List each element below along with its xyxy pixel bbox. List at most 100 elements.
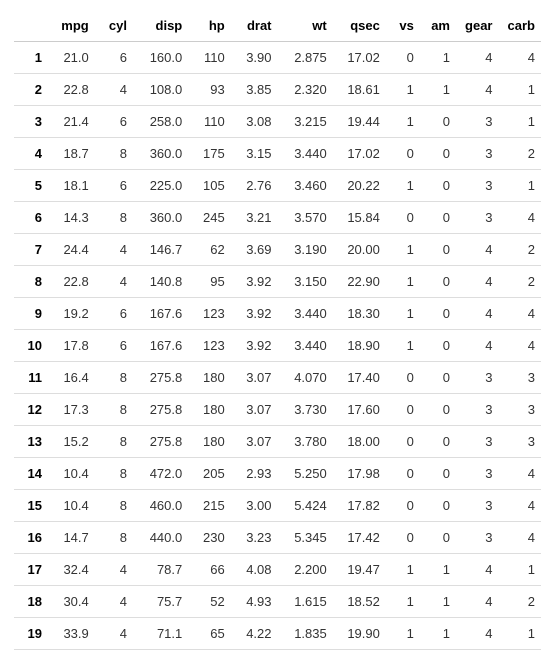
cell-vs: 1 — [386, 330, 420, 362]
cell-disp: 275.8 — [133, 394, 188, 426]
cell-carb: 2 — [499, 266, 542, 298]
cell-carb: 1 — [499, 74, 542, 106]
cell-wt: 5.424 — [278, 490, 333, 522]
cell-drat: 3.92 — [231, 330, 278, 362]
cell-am: 1 — [420, 554, 456, 586]
cell-wt: 1.835 — [278, 618, 333, 650]
cell-wt: 4.070 — [278, 362, 333, 394]
cell-gear: 3 — [456, 170, 499, 202]
cell-carb: 4 — [499, 330, 542, 362]
col-header-hp: hp — [188, 10, 231, 42]
cell-am: 1 — [420, 42, 456, 74]
cell-mpg: 18.1 — [48, 170, 95, 202]
cell-drat: 3.00 — [231, 490, 278, 522]
cell-drat: 3.92 — [231, 298, 278, 330]
cell-qsec: 18.30 — [333, 298, 386, 330]
cell-qsec: 18.52 — [333, 586, 386, 618]
cell-qsec: 17.40 — [333, 362, 386, 394]
cell-am: 0 — [420, 298, 456, 330]
cell-disp: 108.0 — [133, 74, 188, 106]
cell-hp: 110 — [188, 106, 231, 138]
col-header-vs: vs — [386, 10, 420, 42]
cell-disp: 78.7 — [133, 554, 188, 586]
cell-hp: 215 — [188, 490, 231, 522]
cell-mpg: 22.8 — [48, 266, 95, 298]
cell-mpg: 17.3 — [48, 394, 95, 426]
table-header-row: mpg cyl disp hp drat wt qsec vs am gear … — [14, 10, 541, 42]
cell-cyl: 4 — [95, 554, 133, 586]
col-header-mpg: mpg — [48, 10, 95, 42]
cell-mpg: 19.2 — [48, 298, 95, 330]
cell-carb: 3 — [499, 362, 542, 394]
cell-carb: 1 — [499, 618, 542, 650]
cell-hp: 105 — [188, 170, 231, 202]
cell-am: 0 — [420, 138, 456, 170]
cell-wt: 3.440 — [278, 330, 333, 362]
row-index: 4 — [14, 138, 48, 170]
cell-am: 1 — [420, 586, 456, 618]
cell-gear: 3 — [456, 106, 499, 138]
cell-drat: 3.92 — [231, 266, 278, 298]
cell-gear: 3 — [456, 426, 499, 458]
table-row: 724.44146.7623.693.19020.001042 — [14, 234, 541, 266]
cell-disp: 275.8 — [133, 362, 188, 394]
row-index: 14 — [14, 458, 48, 490]
cell-mpg: 10.4 — [48, 458, 95, 490]
cell-carb: 4 — [499, 490, 542, 522]
cell-hp: 180 — [188, 426, 231, 458]
cell-hp: 245 — [188, 202, 231, 234]
row-index: 17 — [14, 554, 48, 586]
table-row: 1510.48460.02153.005.42417.820034 — [14, 490, 541, 522]
cell-hp: 230 — [188, 522, 231, 554]
table-row: 418.78360.01753.153.44017.020032 — [14, 138, 541, 170]
cell-wt: 3.440 — [278, 298, 333, 330]
cell-cyl: 8 — [95, 202, 133, 234]
cell-gear: 3 — [456, 522, 499, 554]
cell-drat: 3.23 — [231, 522, 278, 554]
cell-hp: 180 — [188, 394, 231, 426]
cell-disp: 167.6 — [133, 298, 188, 330]
cell-wt: 3.440 — [278, 138, 333, 170]
cell-drat: 2.93 — [231, 458, 278, 490]
cell-qsec: 18.90 — [333, 330, 386, 362]
row-index: 12 — [14, 394, 48, 426]
cell-disp: 472.0 — [133, 458, 188, 490]
cell-am: 1 — [420, 618, 456, 650]
cell-gear: 3 — [456, 202, 499, 234]
cell-gear: 4 — [456, 618, 499, 650]
cell-drat: 4.93 — [231, 586, 278, 618]
cell-hp: 110 — [188, 42, 231, 74]
cell-vs: 1 — [386, 266, 420, 298]
cell-mpg: 30.4 — [48, 586, 95, 618]
cell-drat: 3.08 — [231, 106, 278, 138]
table-row: 919.26167.61233.923.44018.301044 — [14, 298, 541, 330]
cell-vs: 0 — [386, 490, 420, 522]
cell-wt: 5.250 — [278, 458, 333, 490]
row-index: 10 — [14, 330, 48, 362]
table-row: 1732.4478.7664.082.20019.471141 — [14, 554, 541, 586]
cell-wt: 3.570 — [278, 202, 333, 234]
row-index: 6 — [14, 202, 48, 234]
cell-cyl: 4 — [95, 586, 133, 618]
cell-drat: 3.90 — [231, 42, 278, 74]
table-row: 1315.28275.81803.073.78018.000033 — [14, 426, 541, 458]
row-index: 7 — [14, 234, 48, 266]
cell-hp: 123 — [188, 330, 231, 362]
cell-gear: 4 — [456, 234, 499, 266]
cell-qsec: 17.82 — [333, 490, 386, 522]
row-index: 11 — [14, 362, 48, 394]
cell-cyl: 6 — [95, 42, 133, 74]
cell-drat: 4.08 — [231, 554, 278, 586]
cell-drat: 2.76 — [231, 170, 278, 202]
cell-gear: 3 — [456, 394, 499, 426]
cell-vs: 1 — [386, 618, 420, 650]
cell-drat: 3.07 — [231, 362, 278, 394]
cell-am: 0 — [420, 202, 456, 234]
table-row: 518.16225.01052.763.46020.221031 — [14, 170, 541, 202]
cell-mpg: 10.4 — [48, 490, 95, 522]
cell-mpg: 18.7 — [48, 138, 95, 170]
cell-cyl: 8 — [95, 362, 133, 394]
cell-wt: 3.150 — [278, 266, 333, 298]
col-header-gear: gear — [456, 10, 499, 42]
cell-wt: 2.320 — [278, 74, 333, 106]
